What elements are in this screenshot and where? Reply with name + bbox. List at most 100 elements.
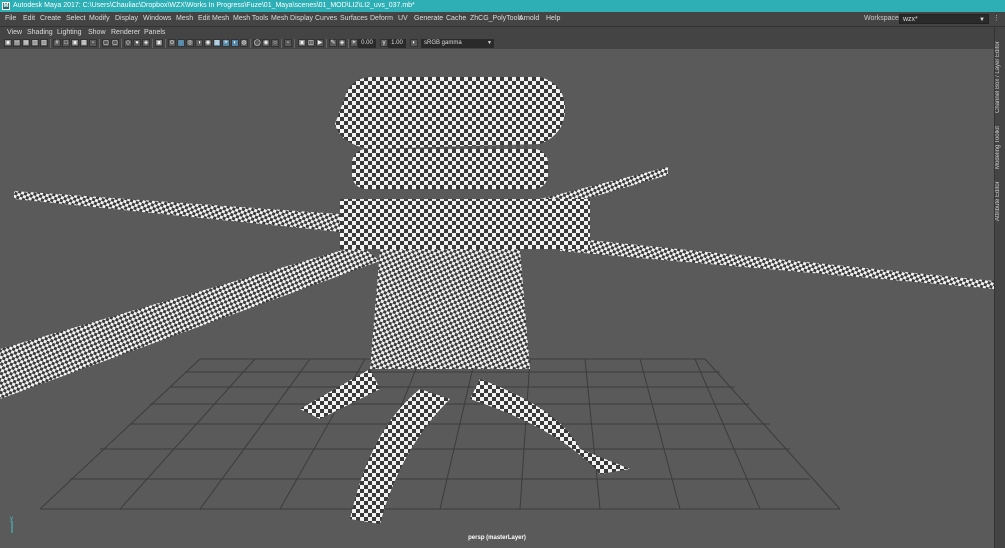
- tab-attribute-editor[interactable]: Attribute Editor: [995, 175, 1005, 221]
- workspace-lock-icon[interactable]: ⋮: [993, 14, 1001, 24]
- menu-modify[interactable]: Modify: [89, 12, 110, 26]
- gamma-field[interactable]: 1.00: [388, 39, 406, 48]
- use-all-lights-icon[interactable]: ☀: [222, 39, 230, 47]
- workspace-dropdown[interactable]: wzx* ▼: [899, 14, 989, 24]
- menu-windows[interactable]: Windows: [143, 12, 171, 26]
- menu-zhcg-polytools[interactable]: ZhCG_PolyTools: [470, 12, 523, 26]
- menu-select[interactable]: Select: [66, 12, 85, 26]
- toolbar-separator: [281, 39, 282, 48]
- field-chart-icon[interactable]: ▫: [89, 39, 97, 47]
- bookmarks-icon[interactable]: ▧: [31, 39, 39, 47]
- menu-deform[interactable]: Deform: [370, 12, 393, 26]
- viewport-scene: y: [0, 77, 994, 533]
- resolution-gate-icon[interactable]: ▣: [71, 39, 79, 47]
- toolbar-separator: [99, 39, 100, 48]
- title-bar: M Autodesk Maya 2017: C:\Users\Chauliac\…: [0, 0, 1005, 12]
- rotor-hub-ring: [352, 149, 548, 189]
- smooth-shade-icon[interactable]: ●: [133, 39, 141, 47]
- lock-camera-icon[interactable]: ▤: [13, 39, 21, 47]
- toolbar-separator: [348, 39, 349, 48]
- menu-edit[interactable]: Edit: [23, 12, 35, 26]
- panel-menu-show[interactable]: Show: [88, 27, 106, 38]
- two-sided-lighting-icon[interactable]: ◫: [307, 39, 315, 47]
- color-management-icon[interactable]: ◈: [338, 39, 346, 47]
- chevron-down-icon: ▼: [487, 40, 492, 46]
- right-side-tab-strip: Channel Box / Layer Editor Modeling Tool…: [994, 27, 1005, 548]
- grid-icon[interactable]: #: [53, 39, 61, 47]
- swashplate: [340, 199, 590, 249]
- menu-create[interactable]: Create: [40, 12, 61, 26]
- menu-surfaces[interactable]: Surfaces: [340, 12, 368, 26]
- shadows-icon[interactable]: ◐: [231, 39, 239, 47]
- menu-curves[interactable]: Curves: [315, 12, 337, 26]
- toolbar-separator: [165, 39, 166, 48]
- grease-pencil-icon[interactable]: ✎: [329, 39, 337, 47]
- wireframe-icon[interactable]: ◇: [124, 39, 132, 47]
- menu-file[interactable]: File: [5, 12, 16, 26]
- menu-arnold[interactable]: Arnold: [519, 12, 539, 26]
- workspace-value: wzx*: [903, 16, 918, 23]
- leg-right: [470, 379, 630, 474]
- xray-icon[interactable]: ◌: [177, 39, 185, 47]
- depth-of-field-icon[interactable]: ○: [271, 39, 279, 47]
- bounding-box-icon[interactable]: ▣: [155, 39, 163, 47]
- menu-display[interactable]: Display: [115, 12, 138, 26]
- toolbar-separator: [152, 39, 153, 48]
- gamma-icon[interactable]: γ: [380, 39, 388, 47]
- window-title: Autodesk Maya 2017: C:\Users\Chauliac\Dr…: [13, 2, 415, 9]
- toolbar-separator: [121, 39, 122, 48]
- image-plane-icon[interactable]: ▨: [40, 39, 48, 47]
- menu-generate[interactable]: Generate: [414, 12, 443, 26]
- backface-culling-icon[interactable]: ◑: [195, 39, 203, 47]
- textured-icon[interactable]: ▩: [213, 39, 221, 47]
- menu-cache[interactable]: Cache: [446, 12, 466, 26]
- menu-uv[interactable]: UV: [398, 12, 408, 26]
- panel-menu-shading[interactable]: Shading: [27, 27, 53, 38]
- rotor-head-cap: [335, 77, 565, 149]
- leg-left: [350, 389, 450, 524]
- isolate-view-icon[interactable]: ▣: [298, 39, 306, 47]
- screen-space-ao-icon[interactable]: ◉: [204, 39, 212, 47]
- tab-channel-box-layer-editor[interactable]: Channel Box / Layer Editor: [995, 31, 1005, 113]
- ambient-occlusion-icon[interactable]: ◍: [240, 39, 248, 47]
- safe-action-icon[interactable]: ▢: [102, 39, 110, 47]
- menu-mesh-tools[interactable]: Mesh Tools: [233, 12, 268, 26]
- xray-joints-icon[interactable]: ◎: [186, 39, 194, 47]
- select-camera-icon[interactable]: ▣: [4, 39, 12, 47]
- persp-viewport[interactable]: y persp (masterLayer): [0, 49, 994, 548]
- menu-help[interactable]: Help: [546, 12, 560, 26]
- panel-menu-renderer[interactable]: Renderer: [111, 27, 140, 38]
- menu-edit-mesh[interactable]: Edit Mesh: [198, 12, 229, 26]
- chevron-down-icon: ▼: [979, 17, 985, 23]
- camera-attributes-icon[interactable]: ▦: [22, 39, 30, 47]
- safe-title-icon[interactable]: ▢: [111, 39, 119, 47]
- playblast-icon[interactable]: ▶: [316, 39, 324, 47]
- camera-name-label: persp (masterLayer): [468, 535, 526, 541]
- menu-mesh[interactable]: Mesh: [176, 12, 193, 26]
- panel-menu-view[interactable]: View: [7, 27, 22, 38]
- color-space-dropdown[interactable]: sRGB gamma ▼: [421, 39, 494, 48]
- view-axis-icon: y: [10, 516, 13, 533]
- multisample-aa-icon[interactable]: ◉: [262, 39, 270, 47]
- maya-logo-icon: M: [2, 2, 10, 10]
- toolbar-separator: [50, 39, 51, 48]
- view-transform-icon[interactable]: ◐: [410, 39, 418, 47]
- panel-menu-lighting[interactable]: Lighting: [57, 27, 82, 38]
- rotor-blade-left-upper: [14, 191, 340, 232]
- menu-mesh-display[interactable]: Mesh Display: [271, 12, 313, 26]
- linkage-left: [300, 369, 380, 419]
- motion-blur-icon[interactable]: ◯: [253, 39, 261, 47]
- exposure-field[interactable]: 0.00: [358, 39, 376, 48]
- hud-icon[interactable]: ▫: [284, 39, 292, 47]
- isolate-select-icon[interactable]: ⊙: [168, 39, 176, 47]
- tab-modeling-toolkit[interactable]: Modeling Toolkit: [995, 117, 1005, 169]
- main-menu-bar: File Edit Create Select Modify Display W…: [0, 12, 1005, 27]
- toolbar-separator: [326, 39, 327, 48]
- wireframe-on-shaded-icon[interactable]: ◈: [142, 39, 150, 47]
- film-gate-icon[interactable]: □: [62, 39, 70, 47]
- gate-mask-icon[interactable]: ▩: [80, 39, 88, 47]
- panel-menu-bar: View Shading Lighting Show Renderer Pane…: [0, 27, 994, 38]
- color-space-value: sRGB gamma: [424, 40, 462, 46]
- exposure-icon[interactable]: ☀: [350, 39, 358, 47]
- panel-menu-panels[interactable]: Panels: [144, 27, 165, 38]
